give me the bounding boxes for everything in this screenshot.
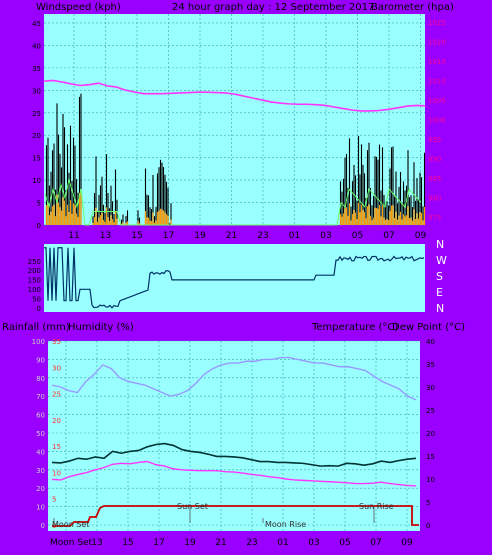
rain-tick-label: 35: [52, 338, 61, 346]
dir-label-2: S: [436, 270, 443, 283]
x-tick-label: 17: [153, 538, 164, 548]
baro-tick-label: 995: [428, 136, 441, 144]
humidity-tick-label: 70: [36, 393, 45, 401]
baro-tick-label: 1025: [428, 19, 446, 27]
rain-tick-label: 15: [52, 443, 61, 451]
wind-tick-label: 15: [32, 155, 41, 163]
x-tick-label: 03: [308, 538, 319, 548]
temp-tick-label: 15: [426, 453, 435, 461]
humidity-tick-label: 20: [36, 485, 45, 493]
event-moon-set: Moon Set: [52, 520, 89, 529]
humidity-tick-label: 40: [36, 448, 45, 456]
temp-tick-label: 35: [426, 361, 435, 369]
moon-set-axis-label: Moon Set: [50, 538, 93, 548]
x-tick-label: 03: [320, 231, 331, 241]
event-moon-rise: Moon Rise: [265, 520, 306, 529]
baro-tick-label: 1020: [428, 38, 446, 46]
dir-label-1: W: [436, 254, 447, 267]
baro-tick-label: 985: [428, 175, 441, 183]
x-tick-label: 01: [289, 231, 300, 241]
x-tick-label: 21: [215, 538, 226, 548]
baro-tick-label: 990: [428, 156, 441, 164]
x-tick-label: 21: [226, 231, 237, 241]
dir-label-0: N: [436, 238, 444, 251]
x-tick-label: 09: [415, 231, 427, 241]
humidity-tick-label: 50: [36, 430, 45, 438]
wind-direction-panel: 050 100150 200250: [28, 244, 425, 313]
wind-tick-label: 20: [32, 132, 41, 140]
humidity-axis-title: Humidity (%): [68, 322, 134, 333]
baro-tick-label: 1010: [428, 77, 446, 85]
dir-tick-label: 50: [32, 296, 41, 304]
x-tick-label: 15: [122, 538, 133, 548]
wind-tick-label: 35: [32, 65, 41, 73]
humidity-tick-label: 30: [36, 467, 45, 475]
baro-tick-label: 1005: [428, 97, 446, 105]
baro-tick-label: 980: [428, 195, 441, 203]
dir-tick-label: 250: [28, 258, 41, 266]
x-tick-label: 23: [246, 538, 257, 548]
temp-tick-label: 10: [426, 476, 435, 484]
temp-tick-label: 5: [426, 499, 430, 507]
plot-area-dir: [44, 244, 425, 312]
humidity-tick-label: 60: [36, 412, 45, 420]
x-tick-label: 23: [257, 231, 268, 241]
x-tick-label: 05: [352, 231, 363, 241]
humidity-tick-label: 80: [36, 375, 45, 383]
x-tick-label: 19: [194, 231, 206, 241]
x-tick-label: 07: [383, 231, 394, 241]
rain-tick-label: 20: [52, 417, 61, 425]
humidity-tick-label: 90: [36, 356, 45, 364]
baro-axis-title: Barometer (hpa): [371, 2, 454, 13]
wind-tick-label: 0: [37, 222, 41, 230]
event-sun-rise: Sun Rise: [359, 502, 394, 511]
temp-tick-label: 40: [426, 338, 435, 346]
humidity-tick-label: 0: [41, 522, 45, 530]
rain-axis-title: Rainfall (mm): [2, 322, 70, 333]
dewpoint-axis-title: Dew Point (°C): [392, 322, 465, 333]
x-tick-label: 19: [184, 538, 196, 548]
x-tick-label: 17: [163, 231, 174, 241]
baro-tick-label: 975: [428, 214, 441, 222]
dir-label-3: E: [436, 286, 443, 299]
x-tick-label: 11: [68, 231, 79, 241]
temp-tick-label: 30: [426, 384, 435, 392]
baro-tick-label: 1000: [428, 117, 446, 125]
temp-tick-label: 25: [426, 407, 435, 415]
wind-tick-label: 45: [32, 20, 41, 28]
wind-baro-panel: 0510152025303540459759809859909951000100…: [32, 14, 446, 230]
wind-tick-label: 40: [32, 42, 41, 50]
humidity-tick-label: 10: [36, 504, 45, 512]
wind-tick-label: 30: [32, 87, 41, 95]
weather-graph: Windspeed (kph) 24 hour graph day : 12 S…: [0, 0, 492, 555]
x-tick-label: 13: [91, 538, 102, 548]
dir-tick-label: 200: [28, 267, 41, 275]
x-tick-label: 13: [100, 231, 111, 241]
humidity-tick-label: 100: [32, 338, 45, 346]
rain-tick-label: 10: [52, 469, 61, 477]
temp-tick-label: 0: [426, 522, 430, 530]
temperature-axis-title: Temperature (°C): [311, 322, 398, 333]
rain-tick-label: 25: [52, 391, 61, 399]
x-tick-label: 05: [339, 538, 350, 548]
wind-tick-label: 25: [32, 110, 41, 118]
graph-title: 24 hour graph day : 12 September 2017: [172, 2, 374, 13]
dir-tick-label: 0: [37, 305, 41, 313]
x-tick-label: 09: [401, 538, 413, 548]
baro-tick-label: 1015: [428, 58, 446, 66]
dir-label-4: N: [436, 302, 444, 315]
rain-tick-label: 5: [52, 496, 56, 504]
wind-axis-title: Windspeed (kph): [36, 2, 121, 13]
x-tick-label: 15: [131, 231, 142, 241]
dir-tick-label: 150: [28, 277, 41, 285]
x-tick-label: 07: [370, 538, 381, 548]
temp-tick-label: 20: [426, 430, 435, 438]
wind-tick-label: 10: [32, 177, 41, 185]
event-sun-set: Sun Set: [177, 502, 208, 511]
rain-tick-label: 30: [52, 364, 61, 372]
dir-tick-label: 100: [28, 286, 41, 294]
wind-tick-label: 5: [37, 200, 41, 208]
x-tick-label: 01: [277, 538, 288, 548]
